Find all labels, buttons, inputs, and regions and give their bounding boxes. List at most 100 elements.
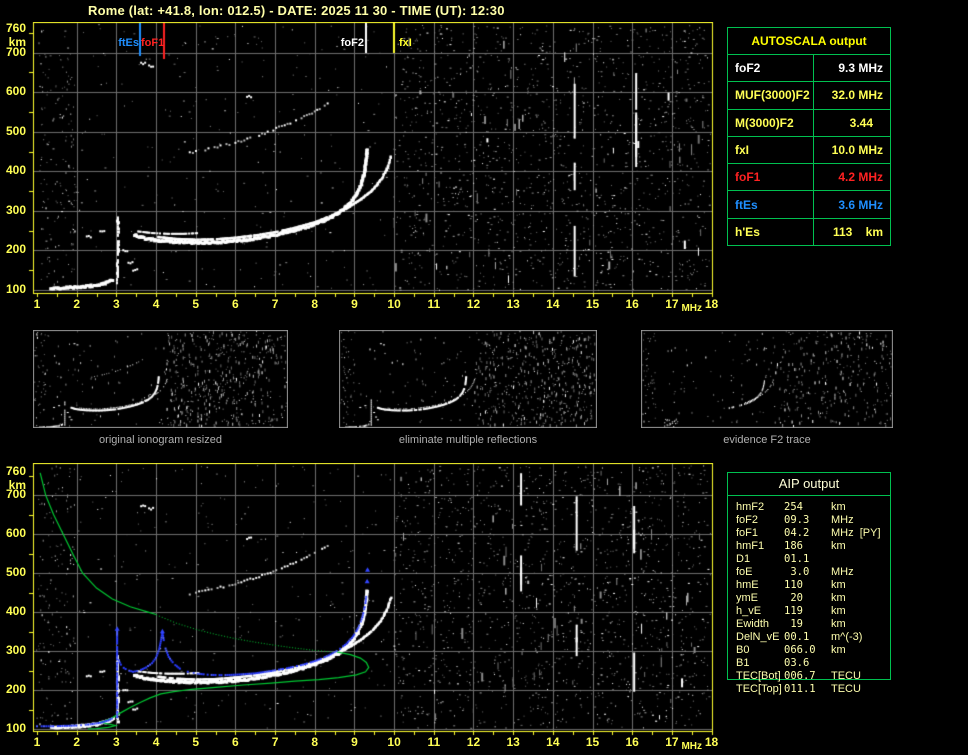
table-row: M(3000)F2 3.44: [728, 109, 890, 137]
y-axis-label: 100: [5, 281, 26, 296]
x-axis-label: 5: [192, 297, 200, 311]
autoscala-table-header: AUTOSCALA output: [728, 28, 890, 55]
parameter-value: 10.0 MHz: [831, 143, 883, 158]
parameter-value: 110: [784, 579, 803, 591]
table-row: h'Es 113 km: [728, 218, 890, 246]
parameter-label: B1: [736, 657, 750, 669]
table-row: hmF2 254 km: [736, 501, 964, 514]
thumbnail-caption: evidence F2 trace: [723, 434, 811, 446]
x-axis-label: 2: [73, 735, 81, 749]
x-axis-label: 16: [625, 297, 639, 311]
x-axis-label: 16: [625, 735, 639, 749]
table-row: foE 3.0 MHz: [736, 566, 964, 579]
x-axis-label: 2: [73, 297, 81, 311]
parameter-label: foF2: [736, 514, 759, 526]
table-row: foF2 9.3 MHz: [728, 55, 890, 83]
x-axis-label: 4: [152, 735, 160, 749]
autoscala-table-rows: foF2 9.3 MHz MUF(3000)F2 32.0 MHz M(3000)F2 3…: [728, 55, 890, 246]
parameter-unit: km: [831, 579, 846, 591]
table-row: hmE 110 km: [736, 579, 964, 592]
parameter-value: 186: [784, 540, 803, 552]
parameter-unit: TECU: [831, 670, 861, 682]
parameter-value: 3.6 MHz: [838, 197, 883, 212]
y-axis-label: 400: [5, 604, 26, 619]
parameter-value: 011.1: [784, 683, 816, 695]
parameter-value: 066.0: [784, 644, 816, 656]
page-title: Rome (lat: +41.8, lon: 012.5) - DATE: 20…: [88, 3, 505, 18]
parameter-value: 20: [784, 592, 803, 604]
table-row: Ewidth 19 km: [736, 618, 964, 631]
top-ionogram-canvas: [27, 22, 714, 299]
thumbnail-evidence-f2-trace: [641, 330, 893, 428]
parameter-value: 09.3: [784, 514, 810, 526]
x-axis-label: 14: [546, 735, 560, 749]
table-row: B0 066.0 km: [736, 644, 964, 657]
parameter-label: DelN_vE: [736, 631, 780, 643]
thumbnail-caption: original ionogram resized: [99, 434, 222, 446]
y-axis-label: 760: [5, 464, 26, 478]
x-axis-label: 7: [271, 735, 279, 749]
parameter-value: 119: [784, 605, 803, 617]
x-axis-label: 15: [585, 735, 600, 749]
table-row: ymE 20 km: [736, 592, 964, 605]
table-row: DelN_vE 00.1 m^(-3): [736, 631, 964, 644]
aip-table-header: AIP output: [727, 472, 891, 496]
x-axis-unit-label: MHz: [681, 741, 702, 752]
table-row: foF1 4.2 MHz: [728, 164, 890, 192]
y-axis-label: 300: [5, 202, 26, 217]
x-axis-label: 8: [311, 735, 319, 749]
y-axis-label: 500: [5, 565, 26, 580]
y-axis-label: 600: [5, 84, 26, 99]
parameter-value: 01.1: [784, 553, 810, 565]
autoscala-app-window: Rome (lat: +41.8, lon: 012.5) - DATE: 20…: [0, 0, 968, 755]
frequency-marker-label: foF2: [340, 37, 364, 49]
parameter-value: 03.6: [784, 657, 810, 669]
parameter-unit: km: [831, 592, 846, 604]
y-axis-label: 760: [5, 21, 26, 35]
x-axis-label: 15: [585, 297, 600, 311]
parameter-label: fxI: [728, 136, 814, 164]
x-axis-label: 11: [427, 735, 441, 749]
y-axis-label: 600: [5, 526, 26, 541]
y-axis-label: 200: [5, 682, 26, 697]
parameter-label: M(3000)F2: [728, 109, 814, 136]
y-axis-label: 100: [5, 720, 26, 735]
table-row: D1 01.1: [736, 553, 964, 566]
parameter-unit: TECU: [831, 683, 861, 695]
x-axis-label: 12: [466, 297, 481, 311]
table-row: h_vE 119 km: [736, 605, 964, 618]
parameter-label: ftEs: [728, 191, 814, 218]
y-axis-label: 400: [5, 163, 26, 178]
table-row: TEC[Bot] 006.7 TECU: [736, 670, 964, 683]
parameter-value: 3.0: [784, 566, 810, 578]
y-axis-label: 700: [5, 44, 26, 59]
frequency-marker-label: fxI: [399, 37, 412, 49]
aip-output-rows: hmF2 254 km foF2 09.3 MHz foF1 04.2 MHz [PY] hmF1…: [736, 501, 964, 696]
x-axis-label: 10: [387, 297, 401, 311]
parameter-value: 00.1: [784, 631, 810, 643]
frequency-marker-label: ftEs: [118, 37, 139, 49]
autoscala-output-table: AUTOSCALA output foF2 9.3 MHz MUF(3000)F2 3…: [727, 27, 891, 247]
parameter-unit: [831, 657, 964, 670]
parameter-unit: MHz [PY]: [831, 527, 881, 539]
table-row: MUF(3000)F2 32.0 MHz: [728, 82, 890, 110]
x-axis-label: 7: [271, 297, 279, 311]
parameter-unit: km: [831, 501, 846, 513]
parameter-unit: MHz: [831, 566, 854, 578]
table-row: hmF1 186 km: [736, 540, 964, 553]
parameter-label: TEC[Bot]: [736, 670, 781, 682]
parameter-label: foF1: [736, 527, 759, 539]
parameter-label: B0: [736, 644, 750, 656]
parameter-label: foF2: [728, 55, 814, 82]
parameter-value: 113 km: [832, 224, 883, 239]
x-axis-label: 6: [232, 735, 239, 749]
x-axis-label: 1: [33, 735, 41, 749]
parameter-label: MUF(3000)F2: [728, 82, 814, 109]
parameter-value: 254: [784, 501, 803, 513]
x-axis-unit-label: MHz: [681, 303, 702, 314]
parameter-value: 006.7: [784, 670, 816, 682]
x-axis-label: 8: [311, 297, 319, 311]
parameter-label: Ewidth: [736, 618, 770, 630]
parameter-label: foE: [736, 566, 753, 578]
parameter-unit: km: [831, 618, 846, 630]
